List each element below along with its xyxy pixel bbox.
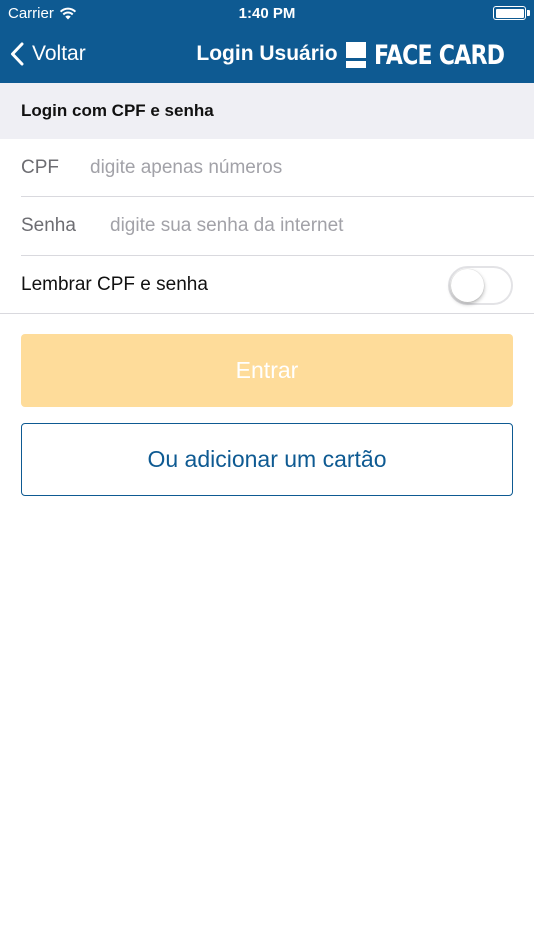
senha-row: Senha	[0, 197, 534, 255]
status-bar: Carrier 1:40 PM	[0, 0, 534, 28]
battery-icon	[493, 6, 530, 20]
section-title: Login com CPF e senha	[21, 101, 214, 120]
cpf-row: CPF	[0, 139, 534, 197]
login-button[interactable]: Entrar	[21, 334, 513, 407]
cpf-label: CPF	[21, 157, 59, 178]
brand-name: FACE CARD	[374, 39, 505, 71]
section-header: Login com CPF e senha	[0, 83, 534, 139]
add-card-button[interactable]: Ou adicionar um cartão	[21, 423, 513, 496]
divider	[0, 313, 534, 314]
toggle-knob	[451, 269, 484, 302]
face-card-logo-icon	[346, 42, 366, 68]
senha-input[interactable]	[110, 211, 510, 241]
remember-toggle[interactable]	[448, 266, 513, 305]
remember-row: Lembrar CPF e senha	[0, 256, 534, 314]
navigation-bar: Voltar Login Usuário FACE CARD	[0, 28, 534, 83]
cpf-input[interactable]	[90, 153, 510, 183]
face-card-logo: FACE CARD	[346, 39, 514, 71]
senha-label: Senha	[21, 215, 76, 236]
remember-label: Lembrar CPF e senha	[21, 274, 208, 295]
status-time: 1:40 PM	[238, 5, 296, 22]
app-header: Carrier 1:40 PM Voltar Login Usuário FAC…	[0, 0, 534, 83]
